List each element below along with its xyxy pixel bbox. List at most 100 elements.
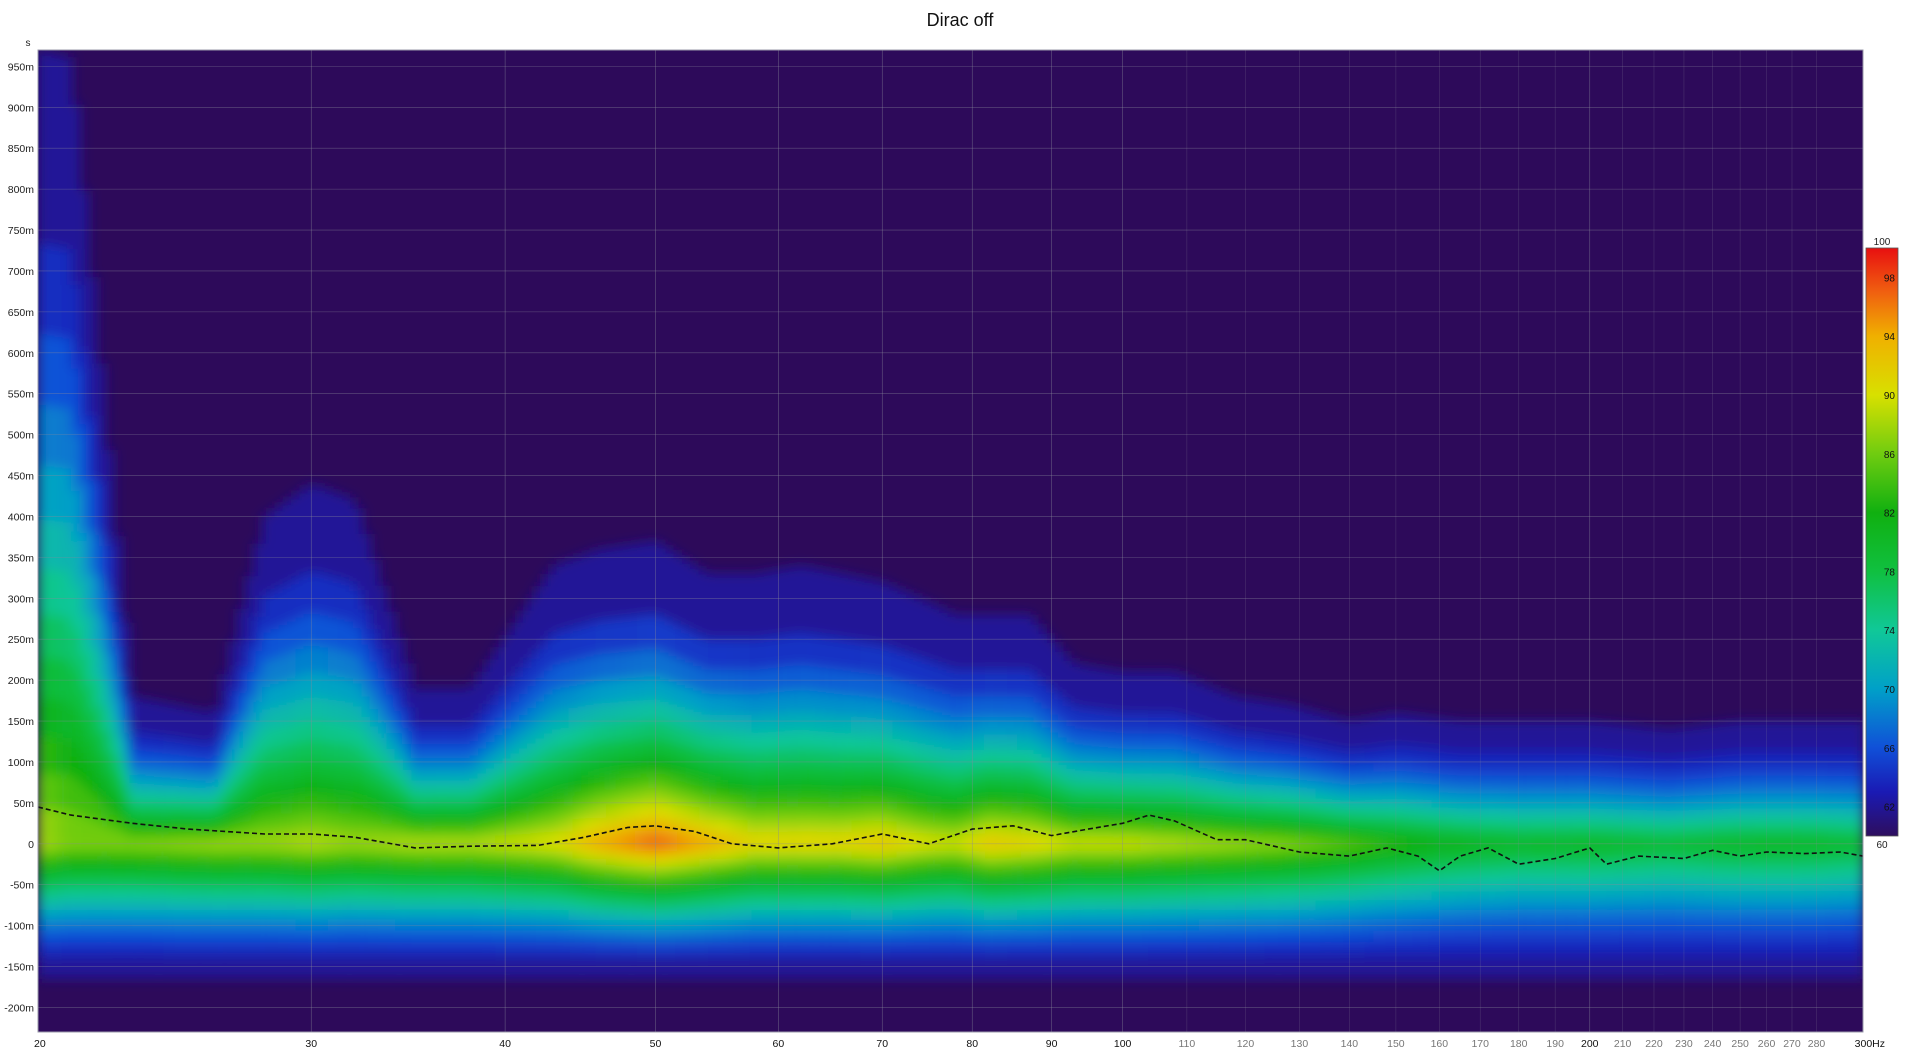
- heat-cell: [1663, 838, 1674, 852]
- heat-cell: [535, 832, 545, 852]
- x-tick-label: 80: [966, 1038, 978, 1050]
- heat-cell: [900, 832, 910, 852]
- y-tick-label: 950m: [8, 61, 35, 73]
- heat-cell: [270, 829, 280, 852]
- heat-cell: [286, 828, 297, 852]
- heat-cell: [1025, 833, 1035, 852]
- heat-cell: [801, 831, 811, 852]
- heat-cell: [112, 830, 122, 852]
- heat-cell: [1033, 834, 1043, 852]
- y-tick-label: -200m: [4, 1002, 34, 1014]
- heat-cell: [104, 826, 114, 852]
- heat-cell: [892, 832, 902, 852]
- heat-cell: [693, 831, 703, 852]
- colorbar-tick-label: 62: [1884, 803, 1896, 814]
- colorbar-tick-label: 82: [1884, 509, 1896, 520]
- heat-cell: [685, 831, 695, 852]
- heat-cell: [336, 828, 346, 852]
- heat-cell: [1655, 838, 1665, 852]
- heat-cell: [817, 832, 828, 852]
- colorbar-tick-label: 90: [1884, 391, 1896, 402]
- heat-cell: [96, 823, 106, 852]
- colorbar-tick-label: 70: [1884, 685, 1896, 696]
- heat-cell: [1722, 838, 1732, 852]
- heat-cell: [1448, 838, 1458, 852]
- colorbar-tick-label: 78: [1884, 567, 1896, 578]
- heat-cell: [875, 832, 886, 852]
- heat-cell: [1348, 838, 1358, 852]
- y-axis-unit-label: s: [26, 38, 31, 49]
- heat-cell: [975, 833, 985, 852]
- heat-cell: [809, 831, 819, 852]
- heat-cell: [519, 833, 529, 852]
- heat-cell: [1680, 838, 1690, 852]
- x-tick-label: 180: [1510, 1038, 1528, 1050]
- x-tick-label: 40: [499, 1038, 511, 1050]
- heat-cell: [121, 834, 131, 852]
- x-tick-label: 160: [1431, 1038, 1449, 1050]
- y-tick-label: 500m: [8, 430, 35, 442]
- heat-cell: [262, 829, 272, 852]
- heat-cell: [1016, 833, 1027, 852]
- heat-cell: [295, 828, 305, 852]
- heat-cell: [278, 829, 288, 852]
- x-tick-label: 170: [1471, 1038, 1489, 1050]
- heat-cell: [311, 828, 321, 852]
- x-tick-label: 300Hz: [1855, 1038, 1885, 1050]
- heat-cell: [1672, 838, 1682, 852]
- heat-cell: [851, 832, 861, 852]
- heat-cell: [1647, 838, 1657, 852]
- heat-cell: [967, 833, 977, 852]
- y-tick-label: 200m: [8, 675, 35, 687]
- colorbar-tick-label: 74: [1884, 626, 1896, 637]
- heat-cell: [1639, 838, 1649, 852]
- x-tick-label: 110: [1178, 1038, 1195, 1050]
- x-tick-label: 220: [1645, 1038, 1663, 1050]
- x-tick-label: 120: [1237, 1038, 1255, 1050]
- x-tick-label: 260: [1758, 1038, 1776, 1050]
- colorbar-tick-label: 60: [1876, 840, 1888, 851]
- x-tick-label: 30: [305, 1038, 317, 1050]
- y-tick-label: 250m: [8, 634, 35, 646]
- x-tick-label: 240: [1704, 1038, 1722, 1050]
- heat-cell: [709, 832, 720, 852]
- x-tick-label: 250: [1731, 1038, 1749, 1050]
- y-tick-label: 800m: [8, 184, 35, 196]
- heat-cell: [494, 835, 504, 852]
- x-tick-label: 20: [34, 1038, 46, 1050]
- x-tick-label: 150: [1387, 1038, 1405, 1050]
- y-tick-label: 900m: [8, 102, 35, 114]
- y-tick-label: 350m: [8, 552, 35, 564]
- heat-cell: [1697, 838, 1707, 852]
- heat-cell: [983, 833, 993, 852]
- heat-cell: [992, 833, 1002, 852]
- heat-cell: [245, 832, 255, 852]
- y-tick-label: 550m: [8, 389, 35, 401]
- x-tick-label: 60: [773, 1038, 785, 1050]
- heat-cell: [859, 832, 869, 852]
- heat-cell: [328, 828, 338, 852]
- y-axis-ticks: 950m 900m 850m 800m 750m 700m 650m 600m 550m 500m…: [4, 61, 34, 1014]
- heat-cell: [610, 831, 620, 852]
- y-tick-label: -150m: [4, 962, 34, 974]
- heat-cell: [751, 832, 761, 852]
- heat-cell: [668, 831, 678, 852]
- x-tick-label: 210: [1614, 1038, 1632, 1050]
- heat-cell: [394, 834, 404, 852]
- x-tick-label: 140: [1341, 1038, 1359, 1050]
- y-tick-label: 750m: [8, 225, 35, 237]
- heat-cell: [1622, 838, 1632, 852]
- heat-cell: [909, 833, 919, 852]
- heat-cell: [718, 832, 728, 852]
- colorbar-tick-label: 98: [1884, 273, 1896, 284]
- heat-cell: [1041, 834, 1051, 852]
- heat-cell: [527, 833, 537, 852]
- heat-cell: [1614, 838, 1624, 852]
- heat-cell: [38, 809, 48, 852]
- spectrogram-chart: Dirac off s 950m 900m 850m 800m 750m 700m 650m…: [0, 0, 1920, 1051]
- x-tick-label: 70: [876, 1038, 888, 1050]
- heat-cell: [826, 832, 836, 852]
- heat-cell: [784, 831, 794, 852]
- heat-cell: [1605, 838, 1616, 852]
- y-tick-label: -50m: [10, 880, 34, 892]
